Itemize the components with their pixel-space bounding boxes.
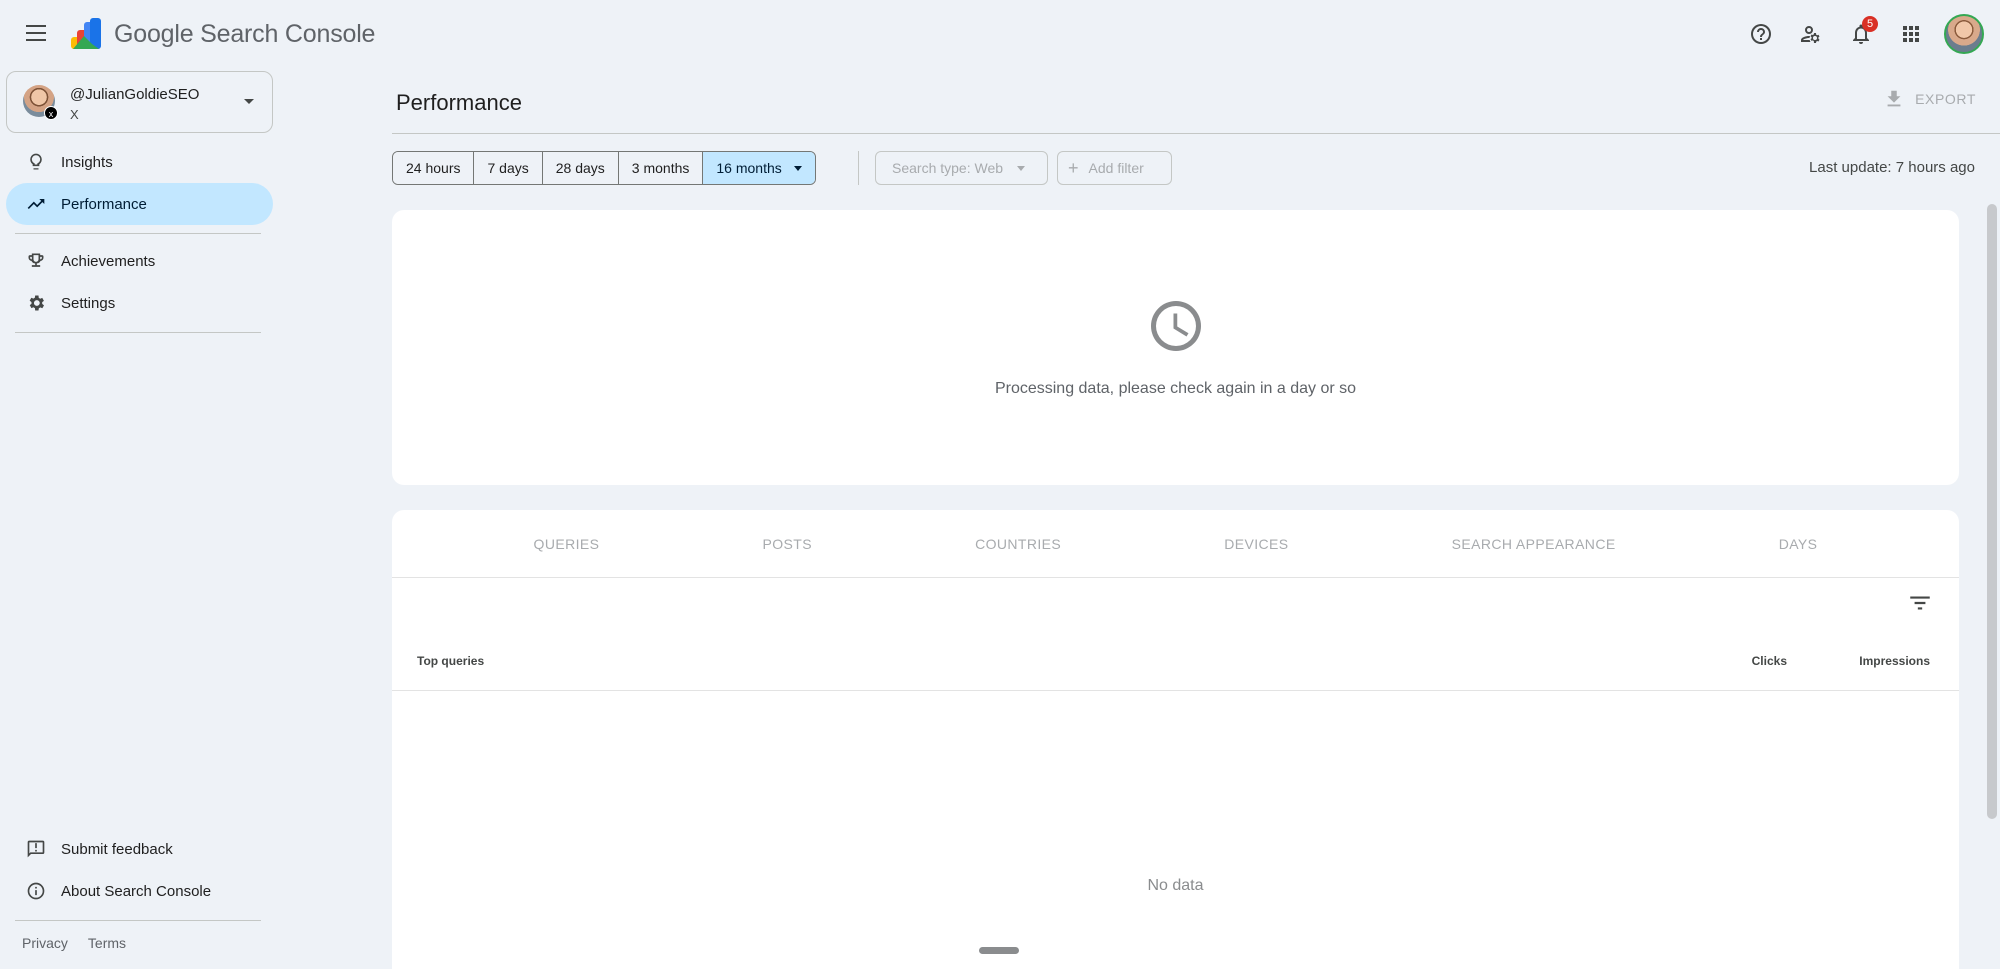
sidebar-item-achievements[interactable]: Achievements: [6, 240, 273, 282]
tab-search-appearance[interactable]: SEARCH APPEARANCE: [1452, 536, 1616, 552]
page-title: Performance: [396, 90, 522, 115]
sidebar-item-settings[interactable]: Settings: [6, 282, 273, 324]
sidebar-item-label: Insights: [61, 153, 113, 171]
top-actions: 5: [1736, 12, 1984, 56]
column-header-top-queries[interactable]: Top queries: [417, 654, 484, 668]
privacy-link[interactable]: Privacy: [22, 935, 68, 951]
sidebar-item-about[interactable]: About Search Console: [6, 870, 273, 912]
property-platform: X: [70, 107, 79, 122]
export-button[interactable]: EXPORT: [1883, 88, 1976, 110]
chevron-down-icon: [793, 165, 802, 171]
manage-users-icon[interactable]: [1786, 12, 1836, 56]
notification-count-badge: 5: [1862, 16, 1878, 32]
range-28-days[interactable]: 28 days: [542, 152, 619, 184]
sidebar-item-label: Settings: [61, 294, 116, 312]
tab-days[interactable]: DAYS: [1779, 536, 1818, 552]
plus-icon: +: [1068, 157, 1079, 178]
terms-link[interactable]: Terms: [88, 935, 126, 951]
add-filter-button[interactable]: + Add filter: [1057, 151, 1172, 185]
tab-posts[interactable]: POSTS: [762, 536, 811, 552]
add-filter-label: Add filter: [1088, 160, 1144, 176]
trending-up-icon: [26, 194, 46, 214]
filter-separator: [858, 151, 859, 185]
search-type-dropdown[interactable]: Search type: Web: [875, 151, 1048, 185]
brand-google: Google: [114, 20, 194, 48]
apps-grid-icon[interactable]: [1886, 12, 1936, 56]
menu-icon[interactable]: [20, 17, 52, 49]
sidebar-item-label: About Search Console: [61, 882, 212, 900]
search-type-label: Search type: Web: [892, 160, 1004, 176]
last-update-text: Last update: 7 hours ago: [1809, 159, 1975, 176]
filter-list-icon[interactable]: [1907, 590, 1933, 616]
sidebar-item-submit-feedback[interactable]: Submit feedback: [6, 828, 273, 870]
date-range-selector: 24 hours 7 days 28 days 3 months 16 mont…: [392, 151, 816, 185]
property-selector[interactable]: x @JulianGoldieSEO X: [6, 71, 273, 133]
bottom-drag-handle[interactable]: [979, 947, 1019, 954]
account-avatar[interactable]: [1944, 14, 1984, 54]
sidebar-item-label: Performance: [61, 195, 147, 213]
sidebar-divider: [15, 920, 261, 921]
gear-icon: [26, 293, 46, 313]
page-scrollbar[interactable]: [1987, 204, 1997, 819]
lightbulb-icon: [26, 152, 46, 172]
chevron-down-icon: [1017, 165, 1026, 171]
sidebar-item-insights[interactable]: Insights: [6, 141, 273, 183]
tab-devices[interactable]: DEVICES: [1224, 536, 1288, 552]
performance-chart-card: Processing data, please check again in a…: [392, 210, 1959, 485]
tab-queries[interactable]: QUERIES: [534, 536, 600, 552]
range-7-days[interactable]: 7 days: [474, 152, 543, 184]
brand-product: Search Console: [200, 20, 376, 48]
chevron-down-icon: [244, 99, 254, 104]
processing-message: Processing data, please check again in a…: [994, 380, 1357, 397]
dimension-tabs: QUERIES POSTS COUNTRIES DEVICES SEARCH A…: [392, 510, 1959, 578]
sidebar-item-performance[interactable]: Performance: [6, 183, 273, 225]
download-icon: [1887, 90, 1901, 107]
property-name: @JulianGoldieSEO: [70, 86, 200, 103]
notifications-icon[interactable]: 5: [1836, 12, 1886, 56]
range-3-months[interactable]: 3 months: [618, 152, 704, 184]
trophy-icon: [26, 251, 46, 271]
sidebar-item-label: Achievements: [61, 252, 156, 270]
app-brand-title[interactable]: Google Search Console: [114, 20, 375, 49]
range-24-hours[interactable]: 24 hours: [393, 152, 475, 184]
info-icon: [26, 881, 46, 901]
tab-countries[interactable]: COUNTRIES: [975, 536, 1061, 552]
sidebar-divider: [15, 233, 261, 234]
sidebar-footer: Privacy Terms: [22, 935, 126, 951]
search-console-logo: [68, 16, 104, 52]
feedback-icon: [26, 839, 46, 859]
export-label: EXPORT: [1915, 91, 1976, 107]
range-16-months[interactable]: 16 months: [703, 152, 815, 184]
clock-icon: [1146, 296, 1206, 356]
sidebar-divider: [15, 332, 261, 333]
x-platform-icon: x: [44, 106, 58, 120]
top-app-bar: Google Search Console 5: [0, 0, 2000, 70]
header-divider: [392, 133, 2000, 134]
column-header-clicks[interactable]: Clicks: [1752, 654, 1787, 668]
range-16-months-label: 16 months: [716, 160, 782, 176]
column-header-impressions[interactable]: Impressions: [1859, 654, 1930, 668]
table-header-divider: [392, 690, 1959, 691]
empty-table-message: No data: [1147, 877, 1204, 894]
sidebar-item-label: Submit feedback: [61, 840, 173, 858]
help-icon[interactable]: [1736, 12, 1786, 56]
dimension-table-card: QUERIES POSTS COUNTRIES DEVICES SEARCH A…: [392, 510, 1959, 969]
